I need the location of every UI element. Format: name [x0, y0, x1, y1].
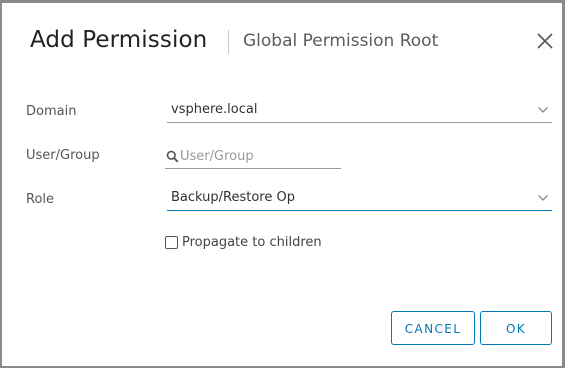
- ok-button[interactable]: OK: [480, 311, 552, 345]
- role-select[interactable]: Backup/Restore Op: [167, 187, 552, 211]
- add-permission-dialog: Add Permission Global Permission Root Do…: [2, 3, 562, 366]
- title-divider: [228, 30, 229, 54]
- search-icon: [166, 150, 179, 163]
- propagate-checkbox[interactable]: [165, 236, 178, 249]
- cancel-button[interactable]: CANCEL: [391, 311, 475, 345]
- user-group-input[interactable]: [180, 147, 338, 165]
- domain-select[interactable]: vsphere.local: [167, 99, 552, 123]
- chevron-down-icon: [538, 195, 548, 201]
- close-button[interactable]: [534, 30, 556, 52]
- dialog-title: Add Permission: [30, 27, 208, 53]
- user-group-search: [165, 145, 341, 169]
- close-icon: [537, 33, 553, 49]
- role-label: Role: [26, 192, 55, 207]
- role-value: Backup/Restore Op: [171, 190, 295, 205]
- chevron-down-icon: [538, 107, 548, 113]
- user-group-label: User/Group: [26, 148, 100, 163]
- dialog-subtitle: Global Permission Root: [243, 31, 439, 51]
- domain-label: Domain: [26, 104, 77, 119]
- domain-value: vsphere.local: [171, 102, 258, 117]
- propagate-label: Propagate to children: [182, 235, 322, 250]
